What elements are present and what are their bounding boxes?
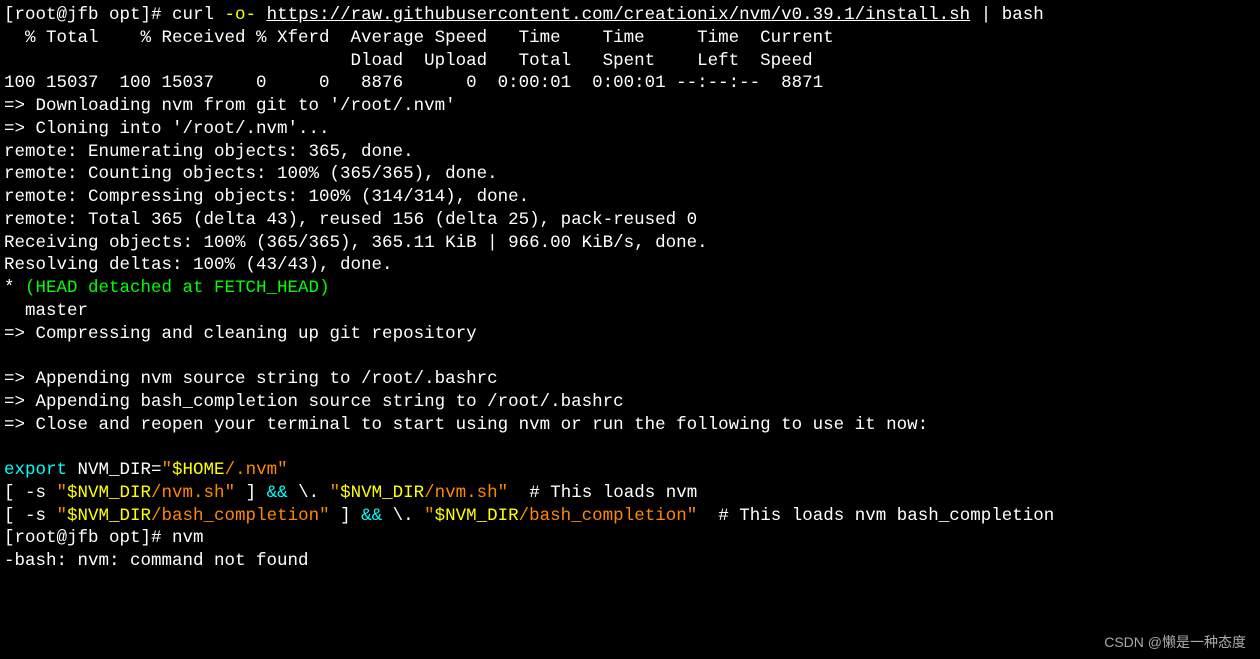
- terminal-output[interactable]: [root@jfb opt]# curl -o- https://raw.git…: [4, 4, 1256, 573]
- comment: # This loads nvm bash_completion: [697, 506, 1054, 526]
- quote: ": [687, 506, 698, 526]
- var-nvmdir: $NVM_DIR: [435, 506, 519, 526]
- prompt-line-2: [root@jfb opt]# nvm: [4, 528, 204, 548]
- remote-3: remote: Compressing objects: 100% (314/3…: [4, 187, 529, 207]
- cmd-nvm: nvm: [172, 528, 204, 548]
- path-nvmsh: /nvm.sh: [424, 483, 498, 503]
- cmd-url: https://raw.githubusercontent.com/creati…: [267, 5, 971, 25]
- test-close: ]: [330, 506, 362, 526]
- quote: ": [57, 506, 68, 526]
- head-star: *: [4, 278, 25, 298]
- path-bashcomp: /bash_completion: [519, 506, 687, 526]
- quote: ": [319, 506, 330, 526]
- head-detached: (HEAD detached at FETCH_HEAD): [25, 278, 330, 298]
- receiving: Receiving objects: 100% (365/365), 365.1…: [4, 233, 708, 253]
- bash-completion-line: [ -s "$NVM_DIR/bash_completion" ] && \. …: [4, 506, 1054, 526]
- remote-1: remote: Enumerating objects: 365, done.: [4, 142, 414, 162]
- cmd-curl: curl: [172, 5, 214, 25]
- head-line: * (HEAD detached at FETCH_HEAD): [4, 278, 330, 298]
- quote: ": [330, 483, 341, 503]
- quote: ": [57, 483, 68, 503]
- export-path: /.nvm: [225, 460, 278, 480]
- export-assign: NVM_DIR=: [67, 460, 162, 480]
- prompt-user-host: [root@jfb opt]#: [4, 528, 172, 548]
- test-open: [ -s: [4, 483, 57, 503]
- export-keyword: export: [4, 460, 67, 480]
- test-open: [ -s: [4, 506, 57, 526]
- append-2: => Appending bash_completion source stri…: [4, 392, 624, 412]
- var-nvmdir: $NVM_DIR: [67, 506, 151, 526]
- cloning-msg: => Cloning into '/root/.nvm'...: [4, 119, 330, 139]
- resolving: Resolving deltas: 100% (43/43), done.: [4, 255, 393, 275]
- nvm-sh-line: [ -s "$NVM_DIR/nvm.sh" ] && \. "$NVM_DIR…: [4, 483, 697, 503]
- master-branch: master: [4, 301, 88, 321]
- compress-msg: => Compressing and cleaning up git repos…: [4, 324, 477, 344]
- export-quote: ": [162, 460, 173, 480]
- prompt-line-1: [root@jfb opt]# curl -o- https://raw.git…: [4, 5, 1044, 25]
- var-nvmdir: $NVM_DIR: [67, 483, 151, 503]
- export-quote-close: ": [277, 460, 288, 480]
- source-op: \.: [288, 483, 330, 503]
- curl-stats: 100 15037 100 15037 0 0 8876 0 0:00:01 0…: [4, 73, 823, 93]
- remote-4: remote: Total 365 (delta 43), reused 156…: [4, 210, 697, 230]
- watermark: CSDN @懒是一种态度: [1104, 633, 1246, 651]
- cmd-pipe: | bash: [970, 5, 1044, 25]
- var-nvmdir: $NVM_DIR: [340, 483, 424, 503]
- append-1: => Appending nvm source string to /root/…: [4, 369, 498, 389]
- export-line: export NVM_DIR="$HOME/.nvm": [4, 460, 288, 480]
- and-op: &&: [361, 506, 382, 526]
- and-op: &&: [267, 483, 288, 503]
- path-nvmsh: /nvm.sh: [151, 483, 225, 503]
- curl-header2: Dload Upload Total Spent Left Speed: [4, 51, 813, 71]
- quote: ": [424, 506, 435, 526]
- close-msg: => Close and reopen your terminal to sta…: [4, 415, 928, 435]
- error-msg: -bash: nvm: command not found: [4, 551, 309, 571]
- curl-header: % Total % Received % Xferd Average Speed…: [4, 28, 834, 48]
- quote: ": [498, 483, 509, 503]
- comment: # This loads nvm: [508, 483, 697, 503]
- download-msg: => Downloading nvm from git to '/root/.n…: [4, 96, 456, 116]
- source-op: \.: [382, 506, 424, 526]
- path-bashcomp: /bash_completion: [151, 506, 319, 526]
- prompt-user-host: [root@jfb opt]#: [4, 5, 172, 25]
- quote: ": [225, 483, 236, 503]
- remote-2: remote: Counting objects: 100% (365/365)…: [4, 164, 498, 184]
- export-var: $HOME: [172, 460, 225, 480]
- test-close: ]: [235, 483, 267, 503]
- cmd-flag: -o-: [214, 5, 267, 25]
